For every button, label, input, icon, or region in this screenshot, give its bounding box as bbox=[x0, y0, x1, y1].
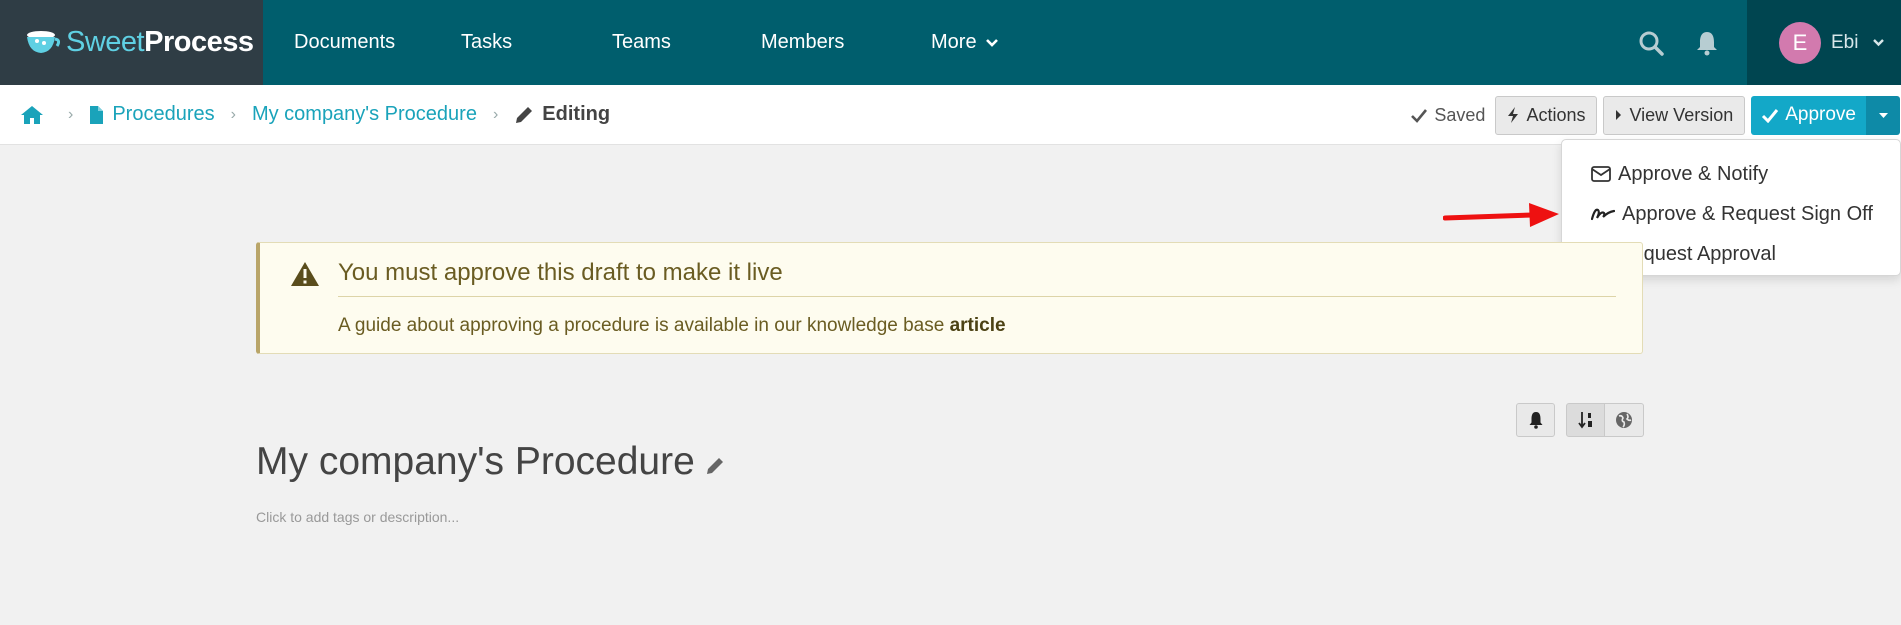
lightning-icon bbox=[1508, 107, 1519, 123]
bell-icon bbox=[1529, 412, 1542, 429]
chevron-right-icon: › bbox=[68, 105, 74, 123]
globe-icon bbox=[1616, 412, 1632, 428]
user-name: Ebi bbox=[1831, 31, 1859, 53]
caret-right-icon bbox=[1616, 110, 1622, 120]
saved-status: Saved bbox=[1410, 105, 1485, 126]
view-tools bbox=[1566, 403, 1644, 437]
breadcrumb-procedure[interactable]: My company's Procedure bbox=[252, 103, 477, 126]
brand-name: SweetProcess bbox=[66, 26, 254, 58]
user-menu[interactable]: E Ebi bbox=[1747, 0, 1901, 85]
cup-logo-icon bbox=[27, 30, 60, 53]
sort-icon bbox=[1577, 412, 1592, 429]
search-button[interactable] bbox=[1623, 0, 1679, 85]
subscribe-button[interactable] bbox=[1516, 403, 1555, 437]
nav-right: E Ebi bbox=[1623, 0, 1901, 85]
annotation-arrow bbox=[1443, 203, 1559, 227]
approve-button[interactable]: Approve bbox=[1751, 95, 1866, 135]
chevron-down-icon bbox=[985, 38, 998, 47]
alert-divider bbox=[338, 296, 1616, 297]
alert-title: You must approve this draft to make it l… bbox=[338, 259, 783, 286]
breadcrumb-current: Editing bbox=[514, 103, 610, 126]
chevron-right-icon: › bbox=[230, 105, 236, 123]
nav-members[interactable]: Members bbox=[761, 0, 931, 85]
approve-dropdown-toggle[interactable] bbox=[1866, 95, 1900, 135]
article-link[interactable]: article bbox=[950, 315, 1006, 336]
procedure-title: My company's Procedure bbox=[256, 440, 725, 484]
description-placeholder[interactable]: Click to add tags or description... bbox=[256, 509, 459, 525]
nav-teams[interactable]: Teams bbox=[612, 0, 761, 85]
check-icon bbox=[1762, 108, 1779, 123]
approval-alert: You must approve this draft to make it l… bbox=[256, 242, 1643, 354]
pencil-icon[interactable] bbox=[705, 456, 725, 476]
menu-approve-request-signoff[interactable]: Approve & Request Sign Off bbox=[1562, 194, 1900, 234]
nav-tasks[interactable]: Tasks bbox=[461, 0, 612, 85]
bell-icon bbox=[1697, 31, 1717, 55]
caret-down-icon bbox=[1878, 112, 1888, 118]
view-version-button[interactable]: View Version bbox=[1603, 95, 1746, 135]
nav-more[interactable]: More bbox=[931, 0, 999, 85]
actions-button[interactable]: Actions bbox=[1495, 95, 1598, 135]
alert-body: A guide about approving a procedure is a… bbox=[338, 315, 1006, 336]
pencil-icon bbox=[516, 106, 533, 123]
notifications-button[interactable] bbox=[1679, 0, 1735, 85]
document-icon bbox=[90, 105, 104, 124]
menu-approve-notify[interactable]: Approve & Notify bbox=[1562, 154, 1900, 194]
breadcrumb-home[interactable] bbox=[20, 105, 52, 125]
top-nav: SweetProcess Documents Tasks Teams Membe… bbox=[0, 0, 1901, 85]
check-icon bbox=[1411, 108, 1428, 123]
home-icon bbox=[21, 105, 43, 124]
editor-actions: Saved Actions View Version Approve bbox=[1410, 95, 1901, 135]
breadcrumb-procedures[interactable]: Procedures bbox=[89, 103, 215, 126]
avatar: E bbox=[1779, 21, 1821, 64]
search-icon bbox=[1639, 31, 1664, 56]
warning-icon bbox=[291, 262, 319, 286]
signature-icon bbox=[1591, 208, 1615, 221]
breadcrumb: › Procedures › My company's Procedure › … bbox=[0, 85, 1901, 145]
chevron-down-icon bbox=[1873, 39, 1885, 47]
main-menu: Documents Tasks Teams Members More bbox=[263, 0, 999, 85]
sort-button[interactable] bbox=[1566, 403, 1605, 437]
nav-documents[interactable]: Documents bbox=[263, 0, 461, 85]
logo[interactable]: SweetProcess bbox=[0, 0, 263, 85]
language-button[interactable] bbox=[1605, 403, 1644, 437]
envelope-icon bbox=[1591, 166, 1611, 182]
chevron-right-icon: › bbox=[492, 105, 499, 123]
